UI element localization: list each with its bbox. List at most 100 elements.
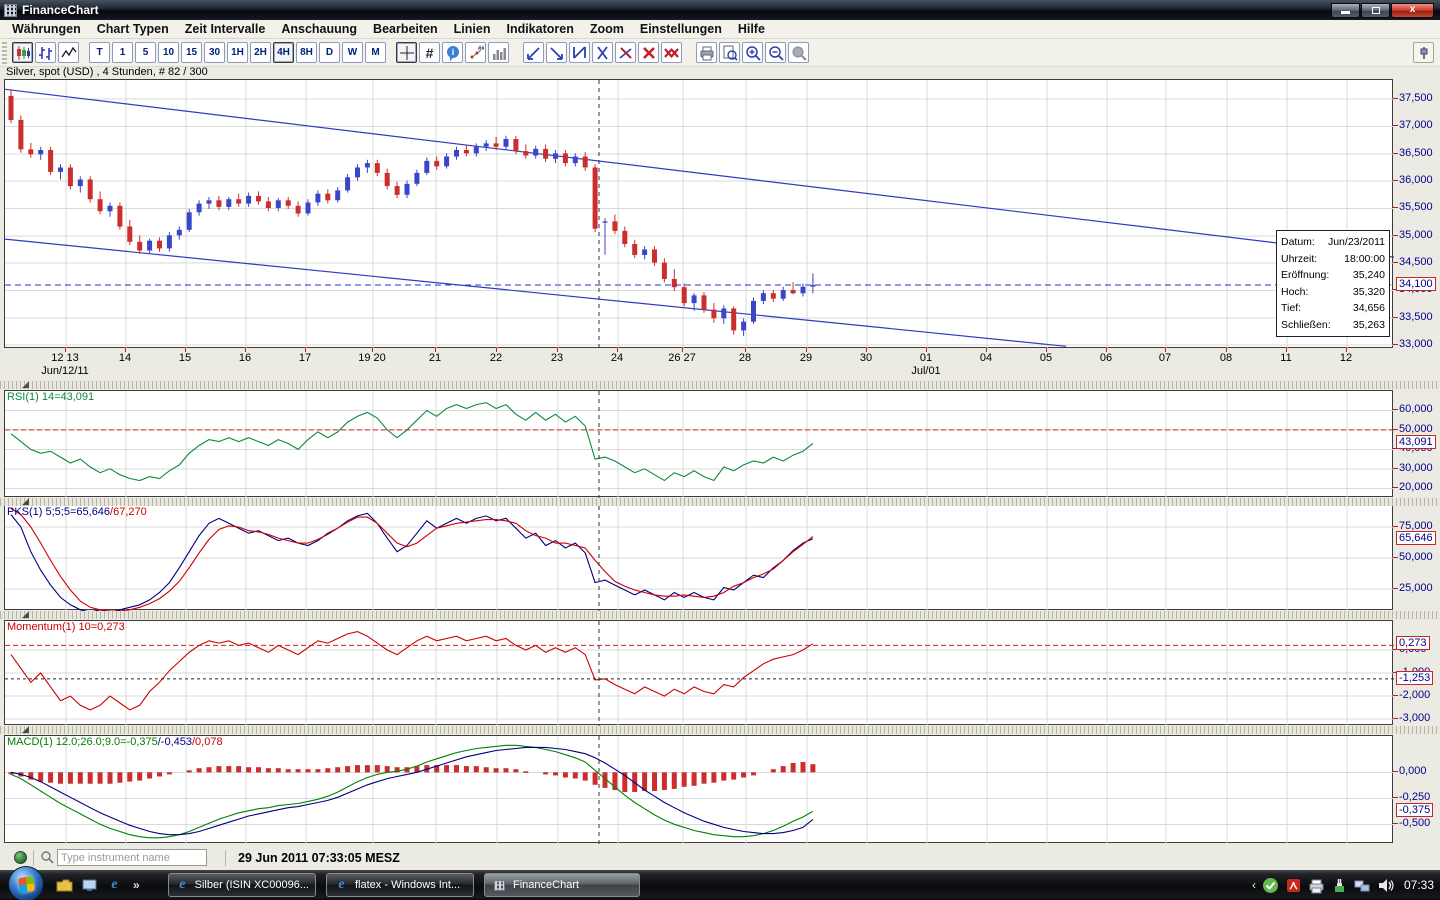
menu-chart-typen[interactable]: Chart Typen [89, 20, 177, 38]
current-value-box: 65,646 [1396, 531, 1436, 545]
menu-hilfe[interactable]: Hilfe [730, 20, 773, 38]
app-icon [491, 877, 508, 894]
menu-anschauung[interactable]: Anschauung [273, 20, 365, 38]
interval-t-button[interactable]: T [89, 42, 110, 63]
axis-tick [1393, 718, 1398, 719]
folder-icon[interactable] [56, 877, 73, 894]
taskbar-button[interactable]: e flatex - Windows Int... [326, 873, 474, 897]
pin-chart-button[interactable] [1413, 42, 1434, 63]
current-value-box: 43,091 [1396, 435, 1436, 449]
panel-momentum[interactable]: Momentum(1) 10=0,273 [4, 620, 1394, 726]
interval-8h-button[interactable]: 8H [296, 42, 317, 63]
x-axis-label: 01 [919, 352, 933, 364]
zoom-in-button[interactable] [742, 42, 763, 63]
interval-w-button[interactable]: W [342, 42, 363, 63]
axis-label: -0,250 [1399, 791, 1431, 803]
panel-splitter[interactable]: ◢ [0, 609, 1440, 619]
axis-tick [1393, 823, 1398, 824]
delete-line-button[interactable] [615, 42, 636, 63]
window-title: FinanceChart [22, 3, 99, 17]
antivirus-check-tray-icon[interactable] [1262, 877, 1279, 894]
axis-tick [1393, 557, 1398, 558]
interval-5-button[interactable]: 5 [135, 42, 156, 63]
taskbar-button-label: flatex - Windows Int... [355, 879, 461, 891]
show-desktop-icon[interactable] [81, 877, 98, 894]
adobe-reader-tray-icon[interactable] [1285, 877, 1302, 894]
internet-explorer-icon[interactable]: e [106, 877, 123, 894]
info-button[interactable]: i [442, 42, 463, 63]
menu-währungen[interactable]: Währungen [4, 20, 89, 38]
interval-4h-button[interactable]: 4H [273, 42, 294, 63]
grid-button[interactable]: # [419, 42, 440, 63]
panel-rsi[interactable]: RSI(1) 14=43,091 [4, 390, 1394, 498]
print-button[interactable] [696, 42, 717, 63]
interval-30-button[interactable]: 30 [204, 42, 225, 63]
trendline-3-button[interactable] [569, 42, 590, 63]
printer-tray-icon[interactable] [1308, 877, 1325, 894]
panel-splitter[interactable]: ◢ [0, 724, 1440, 734]
volume-button[interactable] [488, 42, 509, 63]
zoom-reset-button[interactable] [788, 42, 809, 63]
interval-d-button[interactable]: D [319, 42, 340, 63]
speaker-tray-icon[interactable] [1377, 877, 1394, 894]
bar-chart-button[interactable] [35, 42, 56, 63]
interval-10-button[interactable]: 10 [158, 42, 179, 63]
interval-m-button[interactable]: M [365, 42, 386, 63]
instrument-search-input[interactable] [57, 849, 207, 866]
menu-bearbeiten[interactable]: Bearbeiten [365, 20, 446, 38]
x-axis-label: 22 [489, 352, 503, 364]
tray-expand-chevron[interactable]: ‹ [1252, 878, 1256, 892]
menu-einstellungen[interactable]: Einstellungen [632, 20, 730, 38]
delete-button[interactable] [638, 42, 659, 63]
zoom-out-button[interactable] [765, 42, 786, 63]
x-axis-label: 26 27 [668, 352, 696, 364]
menu-zoom[interactable]: Zoom [582, 20, 632, 38]
restore-button[interactable] [1361, 2, 1390, 18]
interval-1-button[interactable]: 1 [112, 42, 133, 63]
close-button[interactable]: x [1391, 2, 1434, 18]
start-button[interactable] [8, 866, 44, 900]
quicklaunch-overflow-chevron[interactable]: » [133, 878, 140, 892]
network-tray-icon[interactable] [1354, 877, 1371, 894]
taskbar-button[interactable]: FinanceChart [484, 873, 640, 897]
panel-macd[interactable]: MACD(1) 12.0;26.0;9.0=-0,375/-0,453/0,07… [4, 735, 1394, 844]
ie-icon: e [338, 877, 345, 892]
interval-2h-button[interactable]: 2H [250, 42, 271, 63]
candlestick-chart-button[interactable] [12, 42, 33, 63]
menu-indikatoren[interactable]: Indikatoren [498, 20, 581, 38]
crosshair-button[interactable] [396, 42, 417, 63]
x-axis-label: 17 [298, 352, 312, 364]
instrument-bar: 29 Jun 2011 07:33:05 MESZ [0, 845, 1440, 870]
panel-splitter[interactable]: ◢ [0, 379, 1440, 389]
taskbar-clock[interactable]: 07:33 [1404, 878, 1434, 892]
minimize-button[interactable] [1331, 2, 1360, 18]
panel-splitter[interactable]: ◢ [0, 496, 1440, 506]
taskbar-button[interactable]: e Silber (ISIN XC00096... [168, 873, 316, 897]
axis-label: 33,000 [1399, 338, 1433, 350]
panel-pks[interactable]: PKS(1) 5;5;5=65,646/67,270 [4, 505, 1394, 611]
print-preview-button[interactable] [719, 42, 740, 63]
axis-label: 0,000 [1399, 765, 1427, 777]
axis-label: 33,500 [1399, 311, 1433, 323]
trendline-2-button[interactable] [546, 42, 567, 63]
data-labels-button[interactable]: ## [465, 42, 486, 63]
svg-text:##: ## [478, 46, 484, 52]
interval-1h-button[interactable]: 1H [227, 42, 248, 63]
axis-label: 20,000 [1399, 481, 1433, 493]
x-axis-label: 08 [1219, 352, 1233, 364]
axis-label: 30,000 [1399, 462, 1433, 474]
menu-linien[interactable]: Linien [446, 20, 499, 38]
axis-tick [1393, 207, 1398, 208]
menu-zeit-intervalle[interactable]: Zeit Intervalle [177, 20, 274, 38]
quick-launch: e» [56, 874, 140, 896]
line-chart-button[interactable] [58, 42, 79, 63]
axis-label: 25,000 [1399, 582, 1433, 594]
trendline-4-button[interactable] [592, 42, 613, 63]
interval-15-button[interactable]: 15 [181, 42, 202, 63]
axis-label: -2,000 [1399, 689, 1431, 701]
system-tray: ‹ 07:33 [1252, 870, 1438, 900]
trendline-1-button[interactable] [523, 42, 544, 63]
power-plug-tray-icon[interactable] [1331, 877, 1348, 894]
panel-main[interactable] [4, 79, 1394, 349]
delete-all-button[interactable] [661, 42, 682, 63]
